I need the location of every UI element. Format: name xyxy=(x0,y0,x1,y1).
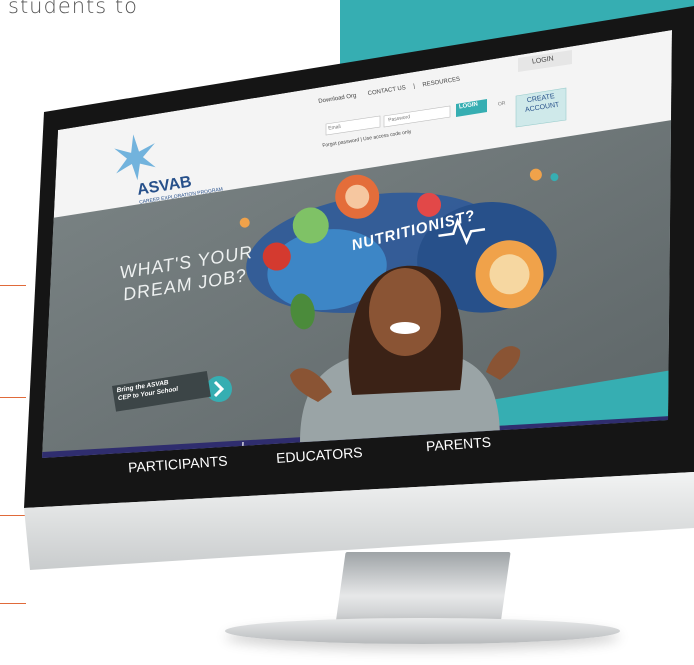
cta-arrow-circle xyxy=(206,376,232,402)
or-text: OR xyxy=(497,100,506,108)
